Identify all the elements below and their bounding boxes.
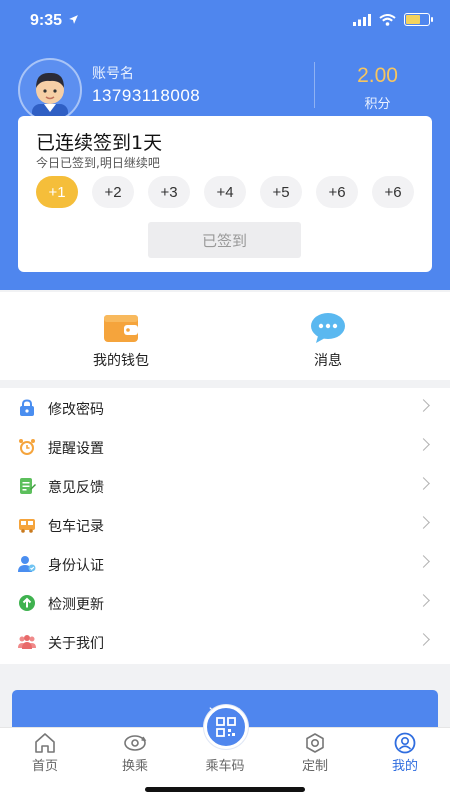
menu-item-charter-records[interactable]: 包车记录 [0,505,450,544]
menu-item-about-us[interactable]: 关于我们 [0,622,450,661]
bus-icon [19,519,35,533]
checkin-subtitle: 今日已签到,明日继续吧 [36,156,160,170]
menu-item-change-password[interactable]: 修改密码 [0,388,450,427]
menu-item-feedback[interactable]: 意见反馈 [0,466,450,505]
menu-label: 包车记录 [48,519,104,535]
header-divider [314,62,315,108]
checkin-day-2: +2 [92,176,134,208]
chevron-right-icon [417,477,430,490]
menu-item-check-update[interactable]: 检测更新 [0,583,450,622]
location-arrow-icon [69,15,79,24]
menu-label: 检测更新 [48,597,104,613]
lock-icon [20,399,34,416]
menu-label: 提醒设置 [48,441,104,457]
messages-label: 消息 [314,353,342,369]
checkin-day-5: +5 [260,176,302,208]
points-label: 积分 [364,97,391,112]
status-bar: 9:35 [0,0,450,44]
menu-label: 修改密码 [48,402,104,418]
checkin-title: 已连续签到1天 [36,132,163,154]
messages-button[interactable]: 消息 [253,292,403,380]
chevron-right-icon [417,438,430,451]
quick-actions: 我的钱包 消息 [0,292,450,380]
checkin-day-4: +4 [204,176,246,208]
home-icon [35,733,55,753]
checked-in-button[interactable]: 已签到 [148,222,301,258]
wifi-icon [379,13,396,26]
menu-item-identity-verification[interactable]: 身份认证 [0,544,450,583]
identity-icon [18,556,36,572]
status-time: 9:35 [30,12,79,30]
menu-label: 关于我们 [48,636,104,652]
tab-label: 乘车码 [205,759,245,774]
tab-home[interactable]: 首页 [0,728,90,778]
wallet-button[interactable]: 我的钱包 [46,292,196,380]
checkin-day-1: +1 [36,176,78,208]
chevron-right-icon [417,399,430,412]
profile-icon [394,732,416,754]
checkin-card: 已连续签到1天 今日已签到,明日继续吧 +1 +2 +3 +4 +5 +6 +6… [18,116,432,272]
account-phone: 13793118008 [92,86,201,105]
profile-header: 9:35 账号名 13793118008 2.00 积分 已连续签到1天 今日已… [0,0,450,290]
tab-label: 首页 [31,759,58,774]
tab-transfer[interactable]: 换乘 [90,728,180,778]
cellular-signal-icon [353,13,371,26]
chevron-right-icon [417,516,430,529]
tab-label: 定制 [301,759,328,774]
settings-menu: 修改密码 提醒设置 意见反馈 包车记录 身份认证 检测更新 关于我们 [0,388,450,664]
chevron-right-icon [417,555,430,568]
menu-item-reminder-settings[interactable]: 提醒设置 [0,427,450,466]
feedback-icon [20,478,36,494]
message-icon [311,313,345,343]
chevron-right-icon [417,633,430,646]
wallet-label: 我的钱包 [93,353,149,369]
menu-label: 身份认证 [48,558,104,574]
about-us-icon [18,635,36,649]
checkin-day-7: +6 [372,176,414,208]
tab-mine[interactable]: 我的 [360,728,450,778]
update-icon [19,595,35,611]
avatar[interactable] [18,58,82,122]
checkin-day-3: +3 [148,176,190,208]
wallet-icon [104,315,138,342]
tab-custom[interactable]: 定制 [270,728,360,778]
menu-label: 意见反馈 [48,480,104,496]
ride-code-button[interactable] [204,705,248,749]
transfer-icon [124,735,147,751]
tab-label: 换乘 [121,759,148,774]
home-indicator [145,787,305,792]
status-icons [353,13,433,26]
alarm-clock-icon [19,439,35,455]
qr-code-icon [216,717,236,737]
account-name-label: 账号名 [92,66,134,82]
chevron-right-icon [417,594,430,607]
tab-label: 我的 [391,759,418,774]
checkin-day-6: +6 [316,176,358,208]
points-value[interactable]: 2.00 [330,64,425,88]
custom-icon [306,733,324,753]
battery-icon [404,13,433,26]
